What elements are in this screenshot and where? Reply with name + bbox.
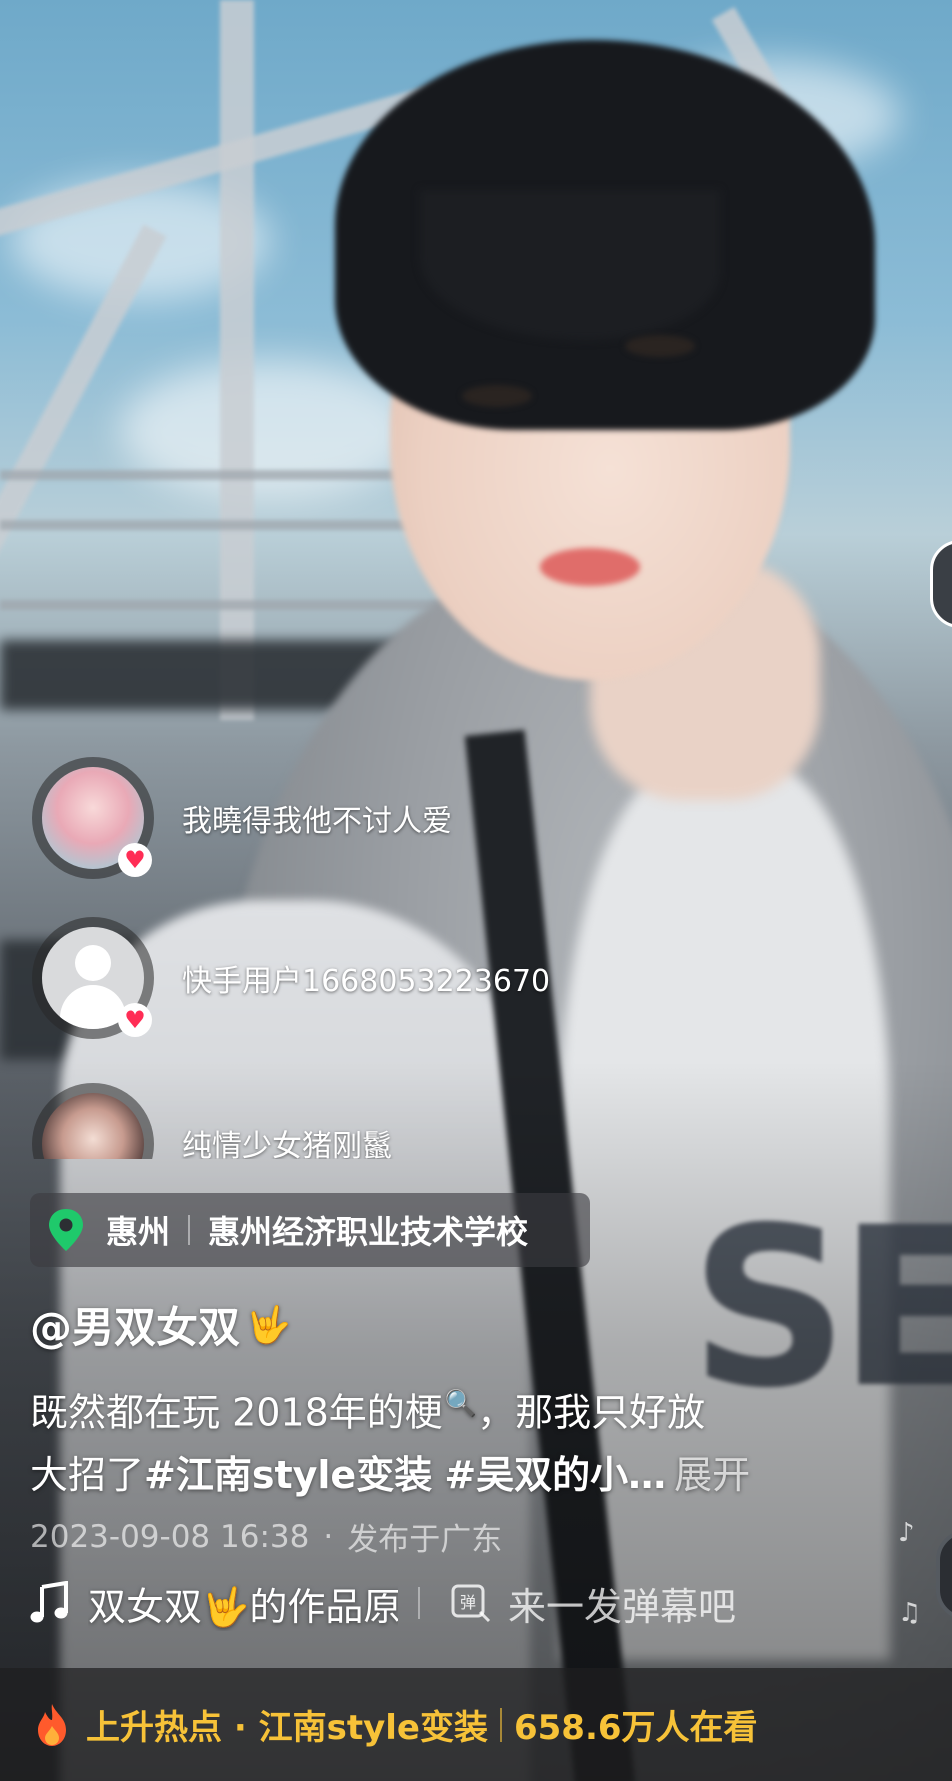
heart-icon: ♥: [118, 843, 152, 877]
location-place: 惠州经济职业技术学校: [208, 1213, 529, 1251]
hashtag-link[interactable]: #吴双的小…: [444, 1453, 666, 1497]
expand-button[interactable]: 展开: [674, 1453, 750, 1497]
author-name: @男双女双: [30, 1303, 241, 1352]
music-note-icon: ♪: [898, 1518, 915, 1548]
viewer-list-item[interactable]: ♥ 快手用户1668053223670: [32, 917, 672, 1039]
avatar[interactable]: ♥: [32, 757, 154, 879]
viewer-name: 快手用户1668053223670: [182, 964, 551, 999]
viewer-name: 我曉得我他不讨人爱: [182, 804, 452, 839]
author-handle[interactable]: @男双女双 🤟: [30, 1294, 291, 1355]
divider: [418, 1587, 420, 1619]
caption-text: 既然都在玩 2018年的梗: [30, 1390, 443, 1435]
viewer-name: 纯情少女猪刚鬣: [182, 1129, 392, 1159]
hot-topic-bar[interactable]: 上升热点 · 江南style变装 658.6万人在看: [0, 1668, 952, 1781]
hot-topic-label: 上升热点 · 江南style变装: [86, 1708, 488, 1748]
viewer-list-item[interactable]: 纯情少女猪刚鬣: [32, 1083, 672, 1159]
avatar-image: [42, 1093, 144, 1159]
hashtag-link[interactable]: #江南style变装: [144, 1453, 432, 1497]
heart-icon: ♥: [118, 1003, 152, 1037]
search-icon[interactable]: 🔍: [445, 1389, 477, 1419]
divider: [499, 1707, 502, 1742]
music-title[interactable]: 双女双🤟的作品原声: [88, 1576, 398, 1631]
divider: [188, 1215, 191, 1245]
post-datetime: 2023-09-08 16:38: [30, 1518, 310, 1555]
music-note-icon: [30, 1581, 68, 1623]
video-caption[interactable]: 既然都在玩 2018年的梗🔍，那我只好放 大招了#江南style变装 #吴双的小…: [30, 1373, 790, 1506]
caption-text: ，那我只好放: [477, 1390, 706, 1435]
music-note-icon: ♫: [898, 1598, 922, 1628]
avatar[interactable]: [32, 1083, 154, 1159]
svg-text:弹: 弹: [460, 1593, 476, 1612]
location-chip[interactable]: 惠州 惠州经济职业技术学校: [30, 1193, 590, 1267]
avatar[interactable]: ♥: [32, 917, 154, 1039]
rock-hand-emoji: 🤟: [246, 1304, 291, 1346]
location-city: 惠州: [106, 1213, 171, 1251]
fire-icon: [38, 1703, 66, 1746]
publish-location: 发布于广东: [347, 1522, 503, 1558]
danmaku-input[interactable]: 来一发弹幕吧: [508, 1576, 736, 1631]
viewer-list-item[interactable]: ♥ 我曉得我他不讨人爱: [32, 757, 672, 879]
location-pin-icon: [49, 1209, 83, 1251]
meta-separator: ·: [323, 1518, 334, 1555]
danmaku-icon[interactable]: 弹: [450, 1582, 492, 1624]
caption-text: 大招了: [30, 1452, 145, 1497]
music-danmaku-row: 双女双🤟的作品原声 弹 来一发弹幕吧: [30, 1575, 790, 1631]
watching-count: 658.6万人在看: [513, 1708, 758, 1748]
post-meta: 2023-09-08 16:38 · 发布于广东: [30, 1514, 502, 1559]
